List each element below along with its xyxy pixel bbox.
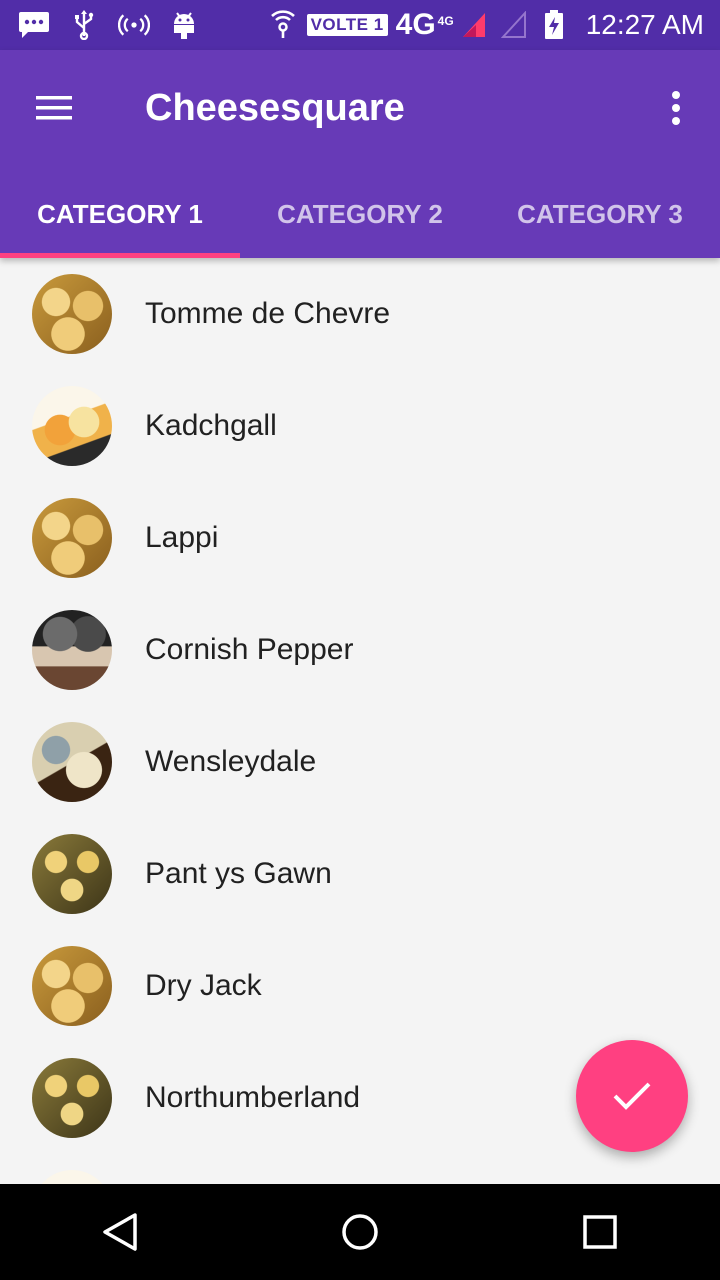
cheese-avatar <box>32 274 112 354</box>
list-item-label: Kadchgall <box>145 409 277 442</box>
list-item-label: Northumberland <box>145 1081 361 1114</box>
recents-button[interactable] <box>540 1184 660 1280</box>
menu-button[interactable] <box>22 86 86 130</box>
list-item-label: Tomme de Chevre <box>145 297 391 330</box>
tab-category-2[interactable]: CATEGORY 2 <box>240 170 480 258</box>
list-item[interactable]: Cornish Pepper <box>0 594 720 706</box>
network-type: 4G 4G <box>395 8 454 41</box>
recents-icon <box>583 1215 617 1249</box>
tab-label: CATEGORY 1 <box>37 198 203 229</box>
check-icon <box>613 1082 651 1110</box>
cheese-avatar <box>32 1170 112 1184</box>
signal-icon <box>458 9 490 41</box>
cheese-avatar <box>32 386 112 466</box>
cheese-avatar <box>32 722 112 802</box>
app-bar: Cheesesquare CATEGORY 1 CATEGORY 2 CATEG… <box>0 50 720 258</box>
volte-badge: VOLTE 1 <box>306 14 388 36</box>
tab-indicator <box>0 253 240 258</box>
battery-charging-icon <box>538 9 570 41</box>
tab-bar: CATEGORY 1 CATEGORY 2 CATEGORY 3 <box>0 170 720 258</box>
list-item[interactable]: Dry Jack <box>0 930 720 1042</box>
cheese-avatar <box>32 498 112 578</box>
wifi-calling-icon <box>267 9 299 41</box>
signal-empty-icon <box>498 9 530 41</box>
list-item[interactable] <box>0 1154 720 1184</box>
android-debug-icon <box>168 9 200 41</box>
back-icon <box>103 1213 137 1251</box>
list-item-label: Pant ys Gawn <box>145 857 332 890</box>
tab-label: CATEGORY 3 <box>517 198 683 229</box>
cheese-avatar <box>32 610 112 690</box>
cheese-avatar <box>32 834 112 914</box>
hamburger-menu-icon <box>36 96 72 120</box>
message-icon <box>18 9 50 41</box>
tab-label: CATEGORY 2 <box>277 198 443 229</box>
clock: 12:27 AM <box>585 9 704 40</box>
list-item-label: Wensleydale <box>145 745 317 778</box>
overflow-menu-button[interactable] <box>656 84 696 132</box>
cheese-avatar <box>32 946 112 1026</box>
list-item[interactable]: Wensleydale <box>0 706 720 818</box>
cheese-avatar <box>32 1058 112 1138</box>
app-title: Cheesesquare <box>145 87 405 129</box>
list-item-label: Lappi <box>145 521 219 554</box>
list-item-label: Dry Jack <box>145 969 262 1002</box>
tab-category-3[interactable]: CATEGORY 3 <box>480 170 720 258</box>
list-item[interactable]: Tomme de Chevre <box>0 258 720 370</box>
status-bar: VOLTE 1 4G 4G 12:27 AM <box>0 0 720 50</box>
home-icon <box>342 1214 378 1250</box>
list-item[interactable]: Lappi <box>0 482 720 594</box>
more-vert-icon <box>672 91 680 125</box>
home-button[interactable] <box>300 1184 420 1280</box>
list-item-label: Cornish Pepper <box>145 633 354 666</box>
back-button[interactable] <box>60 1184 180 1280</box>
list-item[interactable]: Kadchgall <box>0 370 720 482</box>
usb-icon <box>68 9 100 41</box>
tab-category-1[interactable]: CATEGORY 1 <box>0 170 240 258</box>
system-nav-bar <box>0 1184 720 1280</box>
fab-done-button[interactable] <box>576 1040 688 1152</box>
hotspot-icon <box>118 9 150 41</box>
list-item[interactable]: Pant ys Gawn <box>0 818 720 930</box>
